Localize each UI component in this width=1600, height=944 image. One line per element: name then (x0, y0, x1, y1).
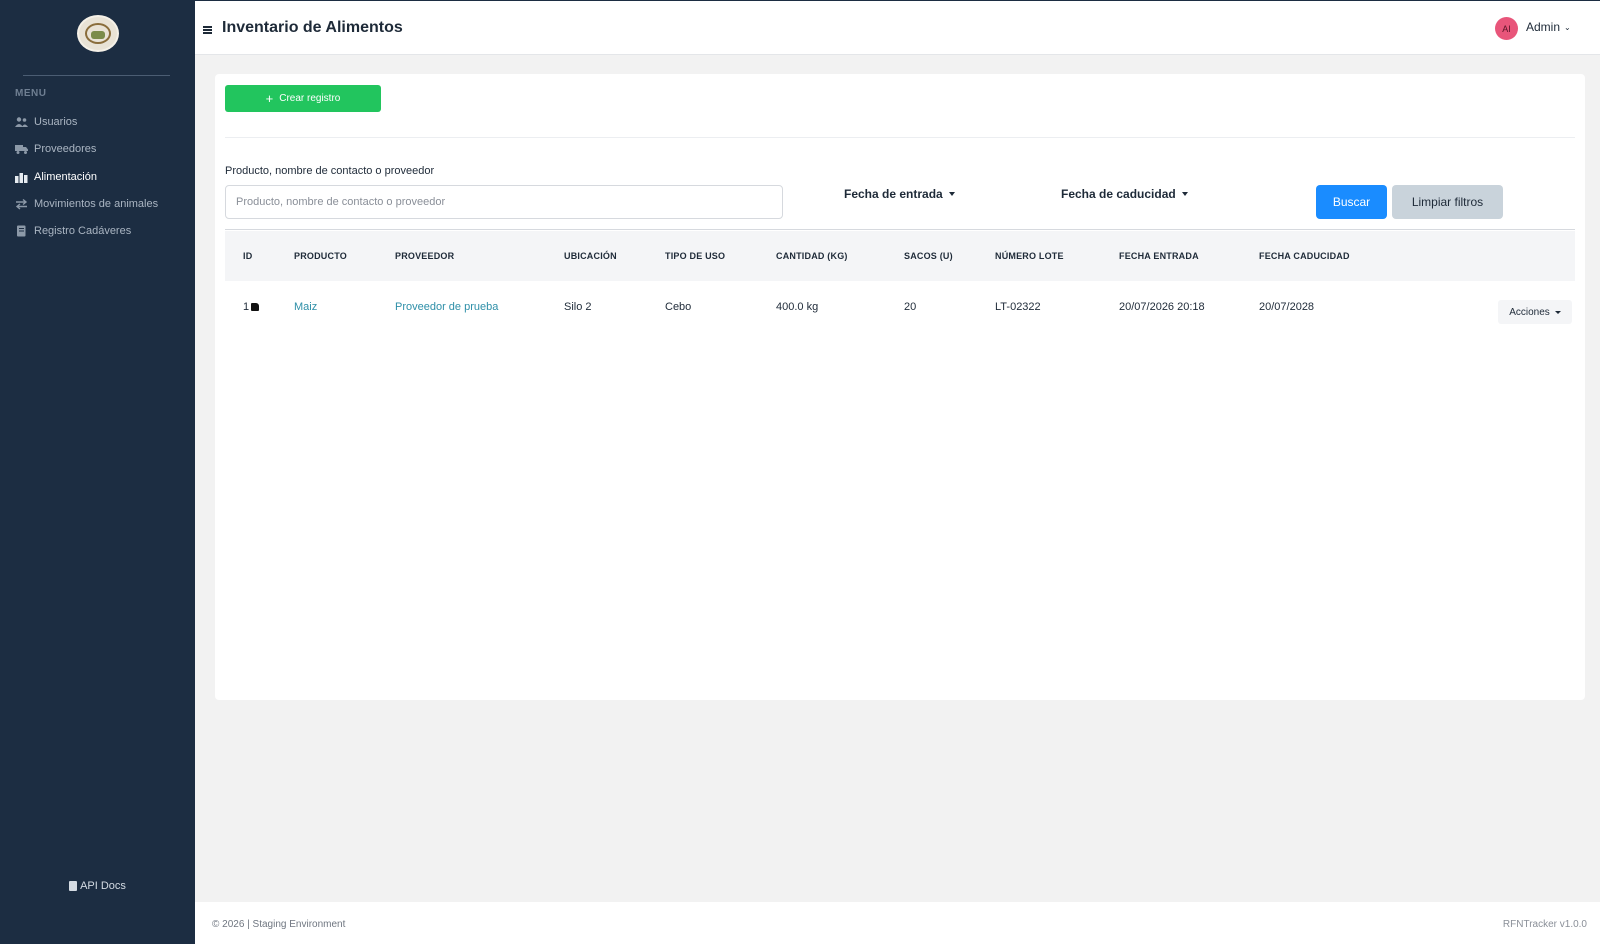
caret-down-icon (948, 192, 955, 196)
column-header-tipo-uso: TIPO DE USO (665, 251, 726, 261)
cell-fecha-entrada: 20/07/2026 20:18 (1119, 301, 1205, 313)
sidebar-item-label: Alimentación (34, 171, 97, 183)
caret-down-icon (1554, 310, 1561, 314)
sidebar-item-alimentacion[interactable]: Alimentación (15, 167, 97, 187)
entry-date-dropdown[interactable]: Fecha de entrada (844, 187, 955, 201)
cell-producto-link[interactable]: Maiz (294, 301, 317, 313)
row-id: 1 (243, 301, 250, 313)
user-name: Admin (1526, 20, 1561, 34)
file-icon (69, 881, 78, 891)
cell-cantidad: 400.0 kg (776, 301, 819, 313)
column-header-fecha-entrada: FECHA ENTRADA (1119, 251, 1199, 261)
sidebar-divider (23, 75, 170, 76)
sidebar-item-proveedores[interactable]: Proveedores (15, 139, 96, 159)
book-icon (15, 225, 28, 237)
users-icon (15, 116, 28, 128)
food-icon (15, 171, 28, 183)
entry-date-label: Fecha de entrada (844, 187, 943, 201)
cell-proveedor-link[interactable]: Proveedor de prueba (395, 301, 498, 313)
clear-filters-button[interactable]: Limpiar filtros (1392, 185, 1503, 219)
arrows-icon (15, 198, 28, 210)
cell-ubicacion: Silo 2 (564, 301, 592, 313)
column-header-sacos: SACOS (U) (904, 251, 953, 261)
table-header: ID PRODUCTO PROVEEDOR UBICACIÓN TIPO DE … (225, 231, 1575, 281)
sidebar-item-registro-cadaveres[interactable]: Registro Cadáveres (15, 221, 131, 241)
footer-version: RFNTracker v1.0.0 (1502, 919, 1587, 930)
expiry-date-label: Fecha de caducidad (1061, 187, 1176, 201)
column-header-producto: PRODUCTO (294, 251, 347, 261)
sidebar-item-label: Movimientos de animales (34, 198, 159, 210)
main-card: + Crear registro Producto, nombre de con… (215, 74, 1585, 700)
divider (225, 137, 1575, 138)
sidebar-item-label: Proveedores (34, 143, 97, 155)
table-row: 1 Maiz Proveedor de prueba Silo 2 Cebo 4… (225, 281, 1575, 331)
cell-numero-lote: LT-02322 (995, 301, 1041, 313)
cell-fecha-caducidad: 20/07/2028 (1259, 301, 1315, 313)
chevron-down-icon: ⌄ (1564, 22, 1571, 32)
actions-dropdown-button[interactable]: Acciones (1498, 300, 1572, 324)
search-button[interactable]: Buscar (1316, 185, 1387, 219)
create-record-button[interactable]: + Crear registro (225, 85, 381, 112)
search-input[interactable] (225, 185, 783, 219)
logo[interactable] (77, 15, 119, 52)
sidebar: MENU Usuarios Proveedores Alimentación M… (0, 0, 195, 944)
table-divider (225, 229, 1575, 230)
search-label: Producto, nombre de contacto o proveedor (225, 165, 435, 177)
column-header-proveedor: PROVEEDOR (395, 251, 455, 261)
cell-id: 1 (243, 301, 260, 313)
sidebar-item-movimientos[interactable]: Movimientos de animales (15, 194, 158, 214)
user-menu[interactable]: Admin ⌄ (1526, 20, 1571, 34)
create-record-label: Crear registro (279, 93, 341, 104)
avatar[interactable]: AI (1495, 17, 1518, 40)
cell-tipo-uso: Cebo (665, 301, 692, 313)
sidebar-item-label: Registro Cadáveres (34, 225, 132, 237)
page-title: Inventario de Alimentos (222, 19, 403, 36)
plus-icon: + (265, 91, 274, 106)
expiry-date-dropdown[interactable]: Fecha de caducidad (1061, 187, 1188, 201)
column-header-fecha-caducidad: FECHA CADUCIDAD (1259, 251, 1350, 261)
sidebar-item-label: Usuarios (34, 116, 78, 128)
column-header-cantidad: CANTIDAD (KG) (776, 251, 848, 261)
api-docs-link[interactable]: API Docs (0, 880, 195, 892)
column-header-numero-lote: NÚMERO LOTE (995, 251, 1064, 261)
footer: © 2026 | Staging Environment RFNTracker … (195, 902, 1600, 944)
sidebar-item-usuarios[interactable]: Usuarios (15, 112, 77, 132)
actions-label: Acciones (1509, 306, 1550, 318)
note-icon[interactable] (251, 303, 260, 311)
top-header: Inventario de Alimentos AI Admin ⌄ (195, 0, 1600, 55)
api-docs-label: API Docs (80, 880, 126, 892)
sidebar-menu-label: MENU (15, 88, 47, 99)
cell-sacos: 20 (904, 301, 917, 313)
hamburger-icon[interactable] (203, 26, 212, 34)
column-header-id: ID (243, 251, 253, 261)
footer-copyright: © 2026 | Staging Environment (212, 919, 346, 930)
column-header-ubicacion: UBICACIÓN (564, 251, 617, 261)
caret-down-icon (1181, 192, 1188, 196)
truck-icon (15, 143, 28, 155)
